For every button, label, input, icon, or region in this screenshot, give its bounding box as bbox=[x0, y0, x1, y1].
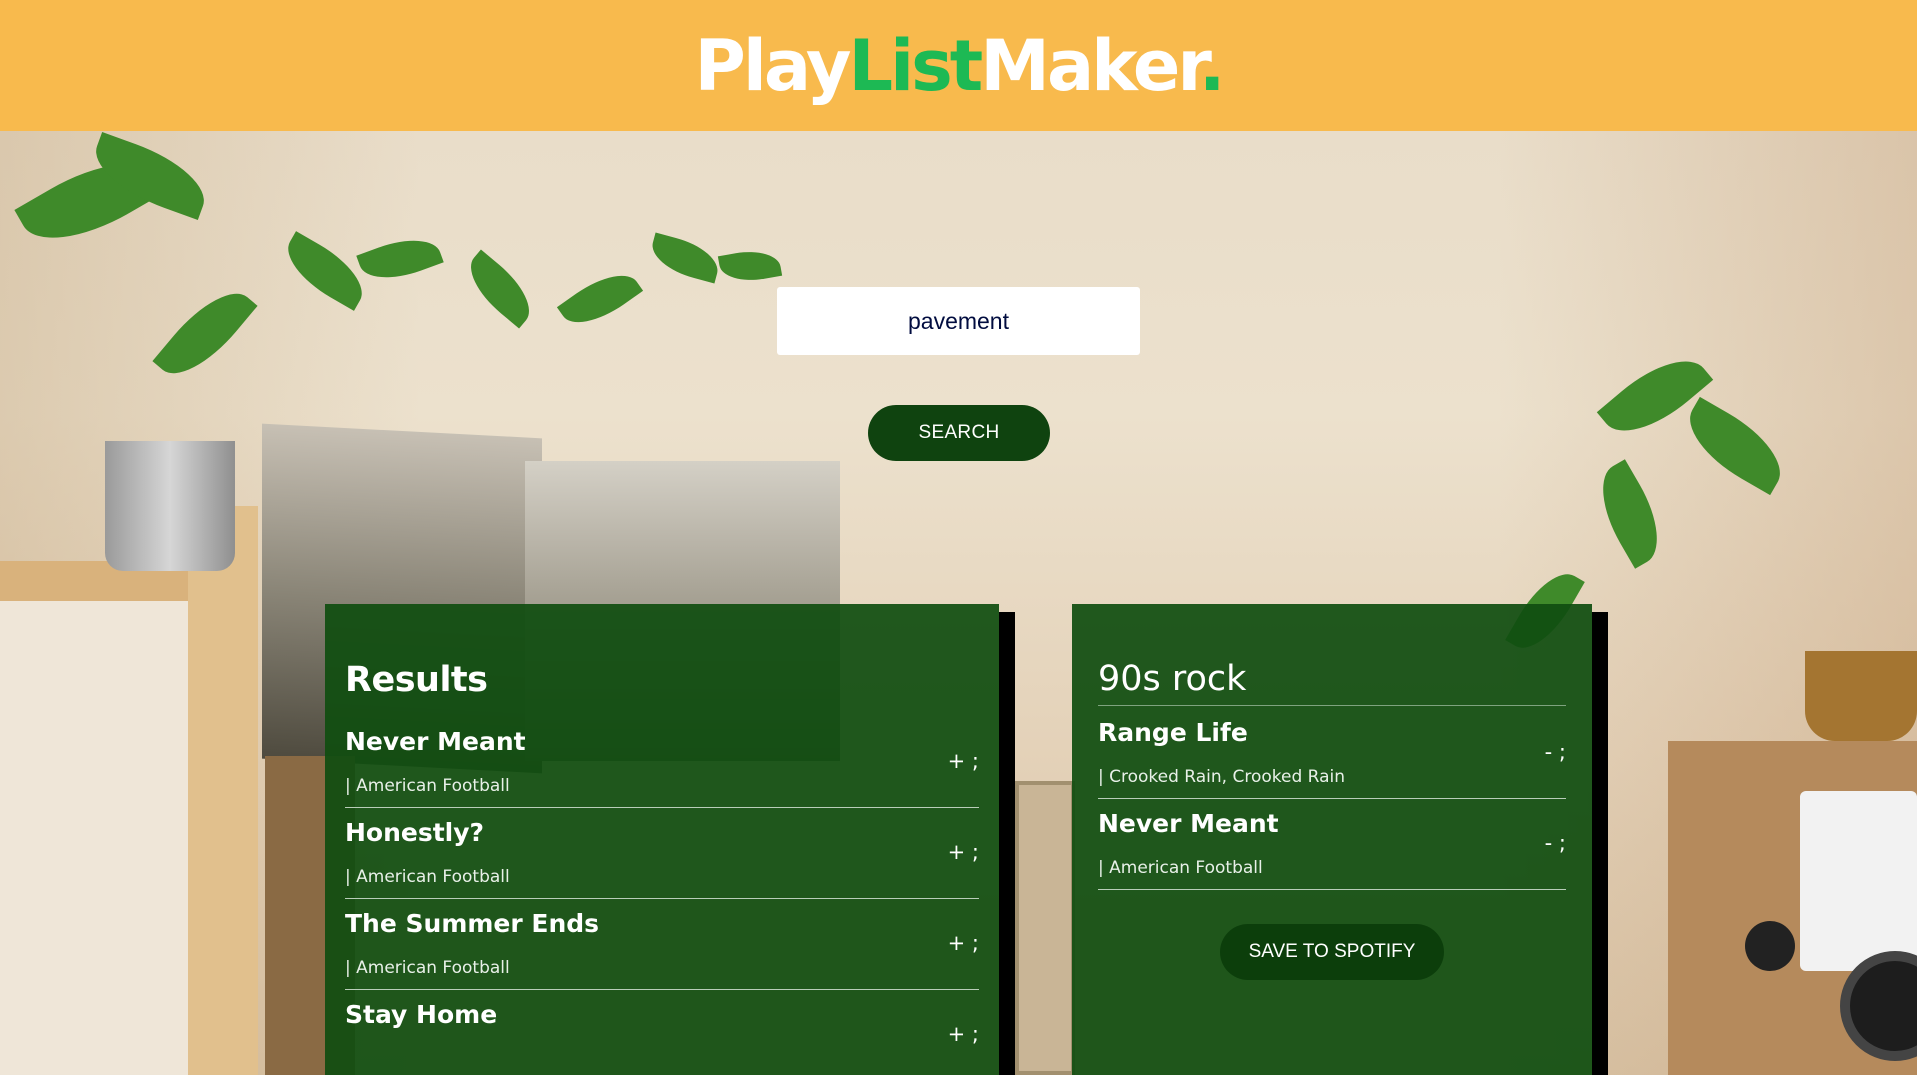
search-button[interactable]: SEARCH bbox=[868, 405, 1050, 461]
add-track-icon[interactable]: + ; bbox=[948, 840, 979, 864]
add-track-icon[interactable]: + ; bbox=[948, 1022, 979, 1046]
track-artist: | American Football bbox=[345, 958, 510, 978]
remove-track-icon[interactable]: - ; bbox=[1545, 740, 1566, 764]
track-name: Stay Home bbox=[345, 1000, 498, 1029]
app-logo: PlayListMaker. bbox=[694, 24, 1226, 107]
remove-track-icon[interactable]: - ; bbox=[1545, 831, 1566, 855]
track-name: Honestly? bbox=[345, 818, 485, 847]
logo-part-maker: Maker bbox=[980, 24, 1202, 107]
leaf-decoration bbox=[717, 246, 783, 286]
plant-pot-right bbox=[1805, 651, 1917, 741]
app-header: PlayListMaker. bbox=[0, 0, 1917, 131]
leaf-decoration bbox=[646, 232, 724, 284]
playlist-track: Never Meant | American Football - ; bbox=[1098, 799, 1566, 890]
shelf-board bbox=[0, 601, 200, 1075]
track-name: Never Meant bbox=[345, 727, 526, 756]
result-track: The Summer Ends | American Football + ; bbox=[345, 899, 979, 990]
playlist-track: Range Life | Crooked Rain, Crooked Rain … bbox=[1098, 708, 1566, 799]
playlist-panel: 90s rock Range Life | Crooked Rain, Croo… bbox=[1072, 604, 1592, 1075]
add-track-icon[interactable]: + ; bbox=[948, 931, 979, 955]
track-name: Never Meant bbox=[1098, 809, 1279, 838]
leaf-decoration bbox=[457, 249, 543, 329]
track-artist: | American Football bbox=[345, 867, 510, 887]
shelf-post bbox=[188, 506, 258, 1075]
search-input[interactable] bbox=[777, 287, 1140, 355]
result-track: Honestly? | American Football + ; bbox=[345, 808, 979, 899]
track-name: The Summer Ends bbox=[345, 909, 600, 938]
save-to-spotify-button[interactable]: SAVE TO SPOTIFY bbox=[1220, 924, 1444, 980]
track-artist: | American Football bbox=[1098, 858, 1263, 878]
results-title: Results bbox=[345, 660, 488, 700]
track-name: Range Life bbox=[1098, 718, 1248, 747]
result-track: Never Meant | American Football + ; bbox=[345, 717, 979, 808]
speaker-tweeter bbox=[1745, 921, 1795, 971]
logo-dot: . bbox=[1198, 24, 1226, 107]
speaker-face bbox=[1800, 791, 1917, 971]
plant-pot-left bbox=[105, 441, 235, 571]
results-panel: Results Never Meant | American Football … bbox=[325, 604, 999, 1075]
picture-frame bbox=[1015, 781, 1075, 1075]
logo-part-list: List bbox=[848, 24, 984, 107]
track-artist: | Crooked Rain, Crooked Rain bbox=[1098, 767, 1346, 787]
logo-part-play: Play bbox=[694, 24, 852, 107]
track-artist: | American Football bbox=[345, 776, 510, 796]
leaf-decoration bbox=[556, 261, 644, 337]
result-track: Stay Home + ; bbox=[345, 990, 979, 1075]
playlist-name-input[interactable]: 90s rock bbox=[1098, 659, 1566, 706]
add-track-icon[interactable]: + ; bbox=[948, 749, 979, 773]
